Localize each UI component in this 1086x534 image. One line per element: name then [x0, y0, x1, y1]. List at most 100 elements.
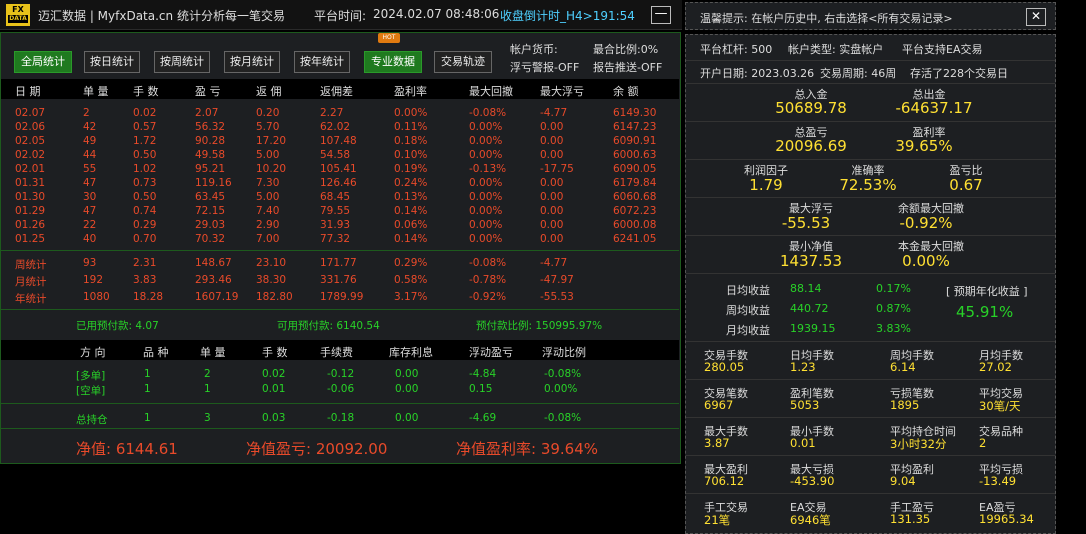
table-cell: 01.29: [15, 205, 46, 217]
table-cell: 0.00: [540, 233, 564, 245]
table-cell: 63.45: [195, 191, 226, 203]
position-header: 浮动比例: [542, 346, 586, 359]
account-currency: 帐户货币:: [510, 43, 558, 56]
minimize-button[interactable]: —: [651, 6, 671, 24]
table-cell: 6072.23: [613, 205, 657, 217]
daily-stats-button[interactable]: 按日统计: [84, 51, 140, 73]
free-margin: 可用预付款: 6140.54: [277, 320, 380, 332]
table-cell: 0.57: [133, 121, 157, 133]
pro-data-button[interactable]: 专业数据: [364, 51, 422, 73]
summary-cell: 1607.19: [195, 291, 239, 303]
position-total-cell: 0.03: [262, 412, 286, 424]
monthly-stats-button[interactable]: 按月统计: [224, 51, 280, 73]
summary-cell: -0.08%: [469, 257, 507, 269]
stat-value: 5053: [790, 398, 820, 412]
table-cell: 0.00%: [469, 219, 503, 231]
table-cell: 0.50: [133, 191, 157, 203]
table-cell: 0.00: [540, 121, 564, 133]
table-cell: 0.00%: [469, 205, 503, 217]
table-cell: 29.03: [195, 219, 226, 231]
monthly-income-pct: 3.83%: [876, 322, 911, 335]
table-cell: 107.48: [320, 135, 357, 147]
divider: [1, 428, 679, 429]
summary-cell: 23.10: [256, 257, 287, 269]
divider: [686, 341, 1055, 342]
stat-value: 6967: [704, 398, 734, 412]
table-cell: 01.31: [15, 177, 46, 189]
close-button[interactable]: ✕: [1026, 8, 1046, 26]
yearly-stats-button[interactable]: 按年统计: [294, 51, 350, 73]
summary-cell: 93: [83, 257, 97, 269]
weekly-income: 440.72: [790, 302, 829, 315]
stat-value: 0.01: [790, 436, 816, 450]
position-cell: 0.02: [262, 368, 286, 380]
column-header: 盈利率: [394, 85, 427, 98]
position-total-cell: -4.69: [469, 412, 497, 424]
table-cell: 0.00%: [469, 121, 503, 133]
summary-cell: 年统计: [15, 293, 47, 305]
tip-text: 温馨提示: 在帐户历史中, 右击选择<所有交易记录>: [700, 12, 953, 25]
position-header: 手续费: [320, 346, 353, 359]
table-cell: 49.58: [195, 149, 226, 161]
ea-support: 平台支持EA交易: [902, 43, 983, 56]
summary-cell: -47.97: [540, 274, 574, 286]
trade-period: 交易周期: 46周: [820, 67, 897, 80]
fx-data-logo: FX DATA: [6, 4, 30, 26]
summary-cell: 331.76: [320, 274, 357, 286]
position-total-cell: -0.08%: [544, 412, 582, 424]
max-balance-dd: -0.92%: [899, 214, 953, 232]
position-cell: 0.00%: [544, 383, 578, 395]
table-cell: 0.14%: [394, 205, 428, 217]
weekly-stats-button[interactable]: 按周统计: [154, 51, 210, 73]
weekly-income-pct: 0.87%: [876, 302, 911, 315]
position-header: 库存利息: [389, 346, 433, 359]
position-cell: 1: [144, 368, 151, 380]
table-cell: 0.13%: [394, 191, 428, 203]
table-cell: 01.30: [15, 191, 46, 203]
divider: [686, 379, 1055, 380]
table-cell: 56.32: [195, 121, 226, 133]
table-cell: 0.29: [133, 219, 157, 231]
summary-cell: 293.46: [195, 274, 232, 286]
table-cell: 0.00%: [394, 107, 428, 119]
table-cell: 10.20: [256, 163, 287, 175]
table-cell: 31.93: [320, 219, 351, 231]
stat-value: 280.05: [704, 360, 745, 374]
equity-profit: 净值盈亏: 20092.00: [246, 440, 388, 458]
stat-value: 30笔/天: [979, 399, 1021, 413]
table-cell: 40: [83, 233, 97, 245]
stat-value: 706.12: [704, 474, 745, 488]
position-cell: 1: [204, 383, 211, 395]
divider: [686, 60, 1055, 61]
annual-income-label: [ 预期年化收益 ]: [946, 285, 1028, 298]
table-cell: 01.25: [15, 233, 46, 245]
table-cell: 0.18%: [394, 135, 428, 147]
stats-box: 平台杠杆: 500 帐户类型: 实盘帐户 平台支持EA交易 开户日期: 2023…: [685, 34, 1056, 534]
position-total-cell: 总持仓: [76, 414, 108, 426]
table-cell: 6090.91: [613, 135, 657, 147]
divider: [686, 159, 1055, 160]
table-cell: 1.02: [133, 163, 157, 175]
summary-cell: 0.29%: [394, 257, 428, 269]
summary-cell: 3.17%: [394, 291, 428, 303]
table-cell: 55: [83, 163, 97, 175]
table-cell: 0.14%: [394, 233, 428, 245]
global-stats-button[interactable]: 全局统计: [14, 51, 72, 73]
stat-value: -453.90: [790, 474, 835, 488]
profit-rate: 39.65%: [895, 137, 953, 155]
table-cell: 49: [83, 135, 97, 147]
capital-max-dd: 0.00%: [902, 252, 950, 270]
table-cell: 77.32: [320, 233, 351, 245]
trade-track-button[interactable]: 交易轨迹: [434, 51, 492, 73]
table-cell: 47: [83, 205, 97, 217]
table-cell: 0.00: [540, 219, 564, 231]
total-deposit: 50689.78: [775, 99, 847, 117]
countdown: 收盘倒计时_H4>191:54: [500, 9, 635, 23]
table-cell: 0.00: [540, 135, 564, 147]
table-cell: 0.02: [133, 107, 157, 119]
position-cell: -4.84: [469, 368, 497, 380]
divider: [1, 309, 679, 310]
stat-value: 21笔: [704, 513, 731, 527]
table-cell: 44: [83, 149, 97, 161]
column-header: 手 数: [133, 85, 159, 98]
